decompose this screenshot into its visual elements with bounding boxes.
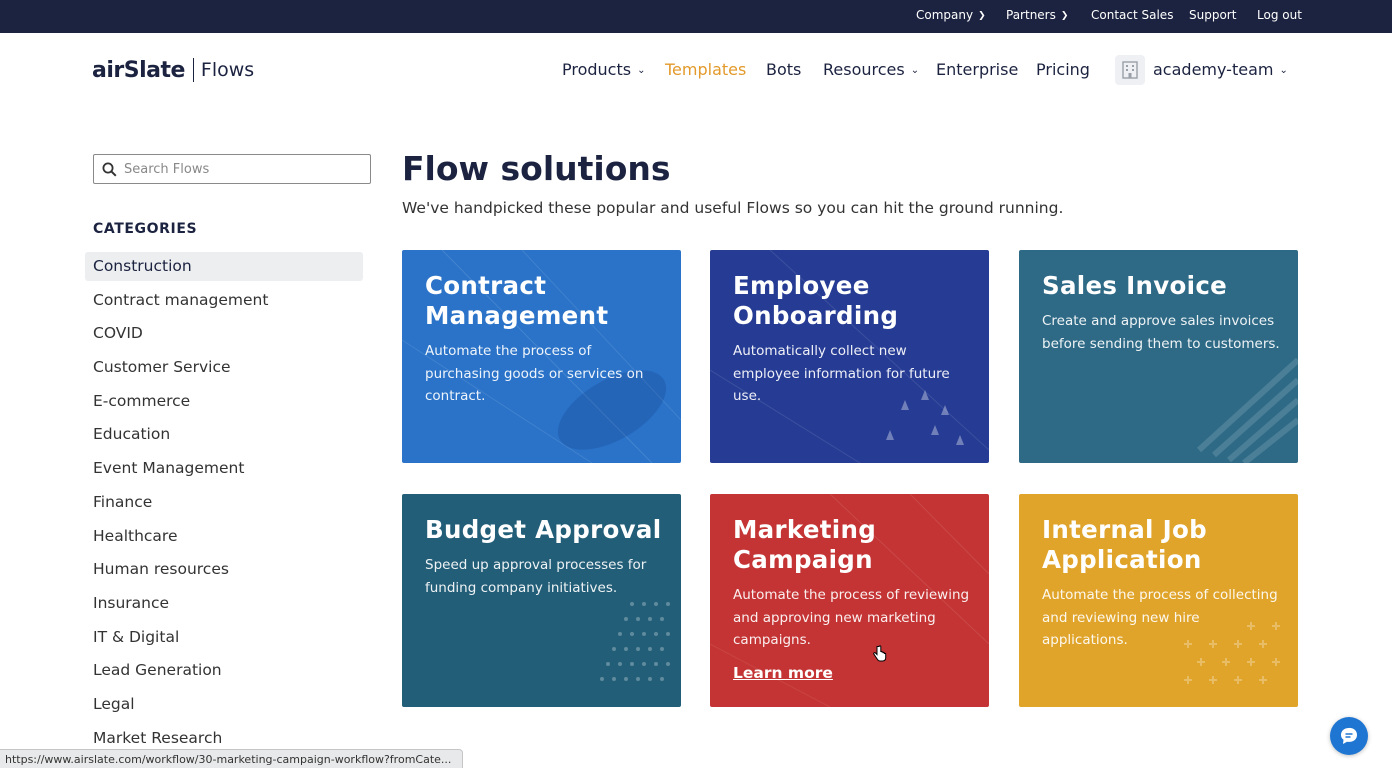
categories-heading: CATEGORIES [93, 221, 198, 237]
category-item[interactable]: Lead Generation [85, 656, 363, 690]
category-item[interactable]: Human resources [85, 555, 363, 589]
team-name: academy-team [1153, 60, 1274, 79]
browser-status-url: https://www.airslate.com/workflow/30-mar… [0, 749, 463, 768]
category-item[interactable]: Contract management [85, 286, 363, 320]
category-item[interactable]: COVID [85, 319, 363, 353]
nav-bots[interactable]: Bots [766, 60, 801, 79]
learn-more-link[interactable]: Learn more [733, 664, 833, 682]
search-box[interactable] [93, 154, 371, 184]
card-description: Automate the process of reviewing and ap… [733, 587, 970, 648]
nav-products[interactable]: Products ⌄ [562, 60, 645, 79]
card-title: Marketing Campaign [733, 515, 978, 575]
category-item[interactable]: Insurance [85, 589, 363, 623]
category-item[interactable]: Legal [85, 690, 363, 724]
airslate-flows-logo[interactable]: airSlate Flows [92, 57, 254, 83]
chat-button[interactable] [1330, 717, 1368, 755]
category-item[interactable]: IT & Digital [85, 623, 363, 657]
logo-divider [192, 58, 194, 82]
card-description: Automatically collect new employee infor… [733, 343, 950, 404]
partners-label: Partners [1006, 8, 1056, 22]
card-description: Automate the process of purchasing goods… [425, 343, 644, 404]
nav-templates[interactable]: Templates [665, 60, 746, 79]
card-title-line: Internal Job [1042, 515, 1207, 544]
category-item[interactable]: Event Management [85, 454, 363, 488]
category-item[interactable]: Education [85, 420, 363, 454]
card-title-line: Employee [733, 271, 870, 300]
nav-enterprise[interactable]: Enterprise [936, 60, 1018, 79]
category-item[interactable]: E-commerce [85, 387, 363, 421]
flow-card-sales-invoice[interactable]: Sales Invoice Create and approve sales i… [1019, 250, 1298, 463]
logo-sub-text: Flows [200, 59, 255, 81]
card-title-line: Application [1042, 545, 1202, 574]
chevron-down-icon: ⌄ [910, 65, 920, 76]
card-title-line: Contract [425, 271, 547, 300]
search-input[interactable] [124, 159, 364, 179]
nav-pricing[interactable]: Pricing [1036, 60, 1090, 79]
support-link[interactable]: Support [1189, 8, 1236, 22]
page-subtitle: We've handpicked these popular and usefu… [402, 199, 1064, 217]
chevron-down-icon: ⌄ [1279, 65, 1288, 76]
card-title: Employee Onboarding [733, 271, 978, 331]
company-label: Company [916, 8, 974, 22]
category-item[interactable]: Customer Service [85, 353, 363, 387]
category-list: Construction Contract management COVID C… [85, 252, 363, 757]
building-icon[interactable] [1115, 55, 1145, 85]
chat-bubble-icon [1341, 727, 1357, 744]
team-switcher[interactable]: academy-team ⌄ [1153, 60, 1288, 79]
flow-card-marketing-campaign[interactable]: Marketing Campaign Automate the process o… [710, 494, 989, 707]
card-description: Automate the process of collecting and r… [1042, 587, 1278, 648]
flow-card-budget-approval[interactable]: Budget Approval Speed up approval proces… [402, 494, 681, 707]
nav-resources-label: Resources [823, 60, 905, 79]
card-title-line: Onboarding [733, 301, 899, 330]
card-description: Speed up approval processes for funding … [425, 557, 647, 596]
contact-sales-link[interactable]: Contact Sales [1091, 8, 1173, 22]
partners-menu[interactable]: Partners ❯ [1006, 8, 1068, 22]
logout-link[interactable]: Log out [1257, 8, 1302, 22]
category-item[interactable]: Healthcare [85, 522, 363, 556]
nav-resources[interactable]: Resources ⌄ [823, 60, 919, 79]
card-title: Internal Job Application [1042, 515, 1287, 575]
logo-main-text: airSlate [92, 57, 185, 83]
chevron-down-icon: ⌄ [637, 65, 646, 76]
flow-card-employee-onboarding[interactable]: Employee Onboarding Automatically collect… [710, 250, 989, 463]
card-title-line: Marketing [733, 515, 877, 544]
card-title: Sales Invoice [1042, 271, 1228, 300]
hand-pointer-cursor-icon [873, 645, 887, 667]
flow-card-contract-management[interactable]: Contract Management Automate the process … [402, 250, 681, 463]
card-title-line: Management [425, 301, 609, 330]
card-description: Create and approve sales invoices before… [1042, 313, 1280, 352]
company-menu[interactable]: Company ❯ [916, 8, 986, 22]
category-item[interactable]: Finance [85, 488, 363, 522]
search-icon [102, 162, 117, 181]
nav-products-label: Products [562, 60, 632, 79]
flow-card-internal-job-application[interactable]: Internal Job Application Automate the pro… [1019, 494, 1298, 707]
top-utility-bar: Company ❯ Partners ❯ Contact Sales Support… [0, 0, 1392, 33]
card-title: Contract Management [425, 271, 670, 331]
page-title: Flow solutions [402, 149, 671, 188]
card-title: Budget Approval [425, 515, 662, 544]
chevron-down-icon: ❯ [978, 11, 986, 21]
category-item[interactable]: Construction [85, 252, 363, 281]
chevron-down-icon: ❯ [1060, 11, 1069, 21]
card-title-line: Campaign [733, 545, 873, 574]
